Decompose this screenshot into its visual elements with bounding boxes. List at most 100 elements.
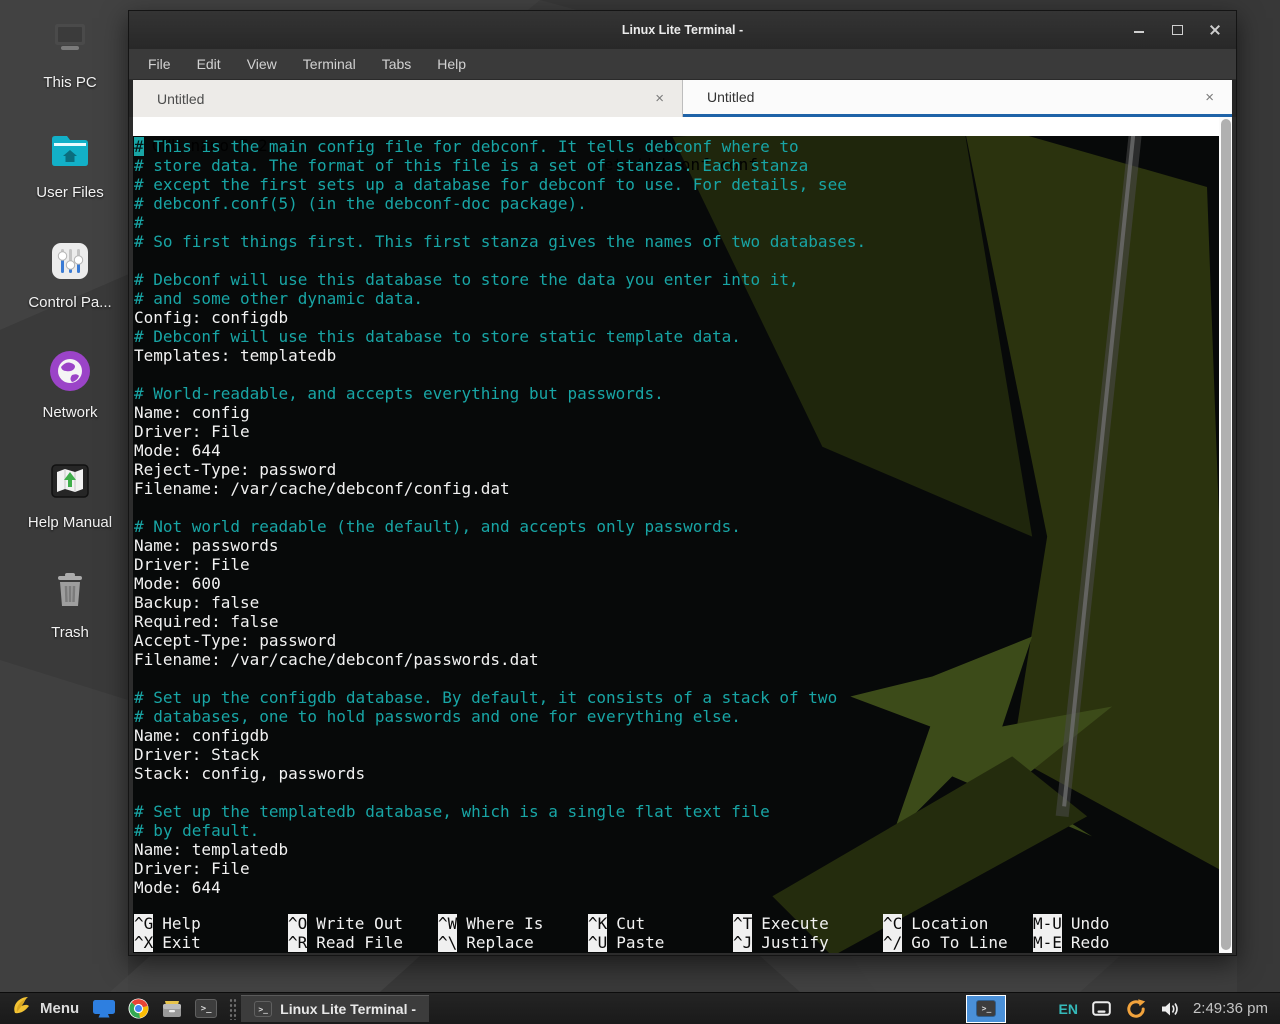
terminal-line: # This is the main config file for debco…	[134, 137, 1219, 156]
close-icon[interactable]	[1208, 23, 1222, 37]
terminal-line: Mode: 644	[134, 441, 1219, 460]
terminal-line: Stack: config, passwords	[134, 764, 1219, 783]
menu-terminal[interactable]: Terminal	[303, 56, 356, 72]
file-manager-icon[interactable]	[157, 995, 187, 1023]
nano-shortcut-bar: ^G Help ^OWrite Out^WWhere Is^K Cut ^TExecut…	[134, 914, 1219, 952]
terminal-line: # except the first sets up a database fo…	[134, 175, 1219, 194]
nano-shortcut: M-ERedo	[1033, 933, 1203, 952]
volume-icon[interactable]	[1161, 1001, 1179, 1017]
shortcut-key: ^R	[288, 933, 307, 952]
terminal-pane[interactable]: GNU nano 7.2 /etc/debconf.conf # This is…	[133, 117, 1232, 953]
shortcut-key: ^G	[134, 914, 153, 933]
show-desktop-icon[interactable]	[89, 995, 119, 1023]
menu-view[interactable]: View	[247, 56, 277, 72]
taskbar-window-button[interactable]: >_ Linux Lite Terminal -	[241, 995, 429, 1022]
shortcut-key: ^\	[438, 933, 457, 952]
desktop-icon-label: Control Pa...	[28, 294, 111, 311]
terminal-tray-icon: >_	[976, 1000, 996, 1017]
shortcut-label: Help	[162, 914, 201, 933]
terminal-line: Filename: /var/cache/debconf/config.dat	[134, 479, 1219, 498]
minimize-icon[interactable]	[1132, 23, 1146, 37]
nano-shortcuts-row2: ^XExit^RRead File^\Replace^UPaste^JJusti…	[134, 933, 1219, 952]
control-panel-icon	[45, 236, 95, 286]
terminal-line: Templates: templatedb	[134, 346, 1219, 365]
shortcut-label: Write Out	[316, 914, 403, 933]
window-menubar: File Edit View Terminal Tabs Help	[129, 49, 1236, 80]
tab-close-icon[interactable]: ×	[1205, 89, 1214, 106]
desktop-icon-help-manual[interactable]: Help Manual	[16, 456, 124, 551]
nano-shortcut: M-UUndo	[1033, 914, 1203, 933]
desktop-icon-network[interactable]: Network	[16, 346, 124, 441]
shortcut-label: Exit	[162, 933, 201, 952]
nano-shortcut: ^\Replace	[438, 933, 588, 952]
terminal-line: Backup: false	[134, 593, 1219, 612]
shortcut-key: ^K	[588, 914, 607, 933]
menu-edit[interactable]: Edit	[197, 56, 221, 72]
menu-tabs[interactable]: Tabs	[382, 56, 412, 72]
clock[interactable]: 2:49:36 pm	[1193, 1000, 1268, 1017]
terminal-line: Mode: 600	[134, 574, 1219, 593]
display-settings-icon[interactable]	[1092, 1001, 1111, 1016]
shortcut-key: ^X	[134, 933, 153, 952]
menu-help[interactable]: Help	[437, 56, 466, 72]
panel-drag-handle[interactable]	[229, 998, 237, 1020]
shortcut-label: Where Is	[466, 914, 543, 933]
shortcut-label: Paste	[616, 933, 664, 952]
desktop-icon-user-files[interactable]: User Files	[16, 126, 124, 221]
maximize-icon[interactable]	[1170, 23, 1184, 37]
taskbar: Menu >_ >_ Linux Lite Terminal -	[0, 992, 1280, 1024]
desktop-icon-control-panel[interactable]: Control Pa...	[16, 236, 124, 331]
desktop-icon-column: This PC User Files	[16, 16, 124, 661]
tab-close-icon[interactable]: ×	[655, 90, 664, 107]
terminal-line	[134, 365, 1219, 384]
tab-untitled-2-active[interactable]: Untitled ×	[683, 80, 1232, 117]
terminal-scrollbar[interactable]	[1219, 117, 1232, 953]
tab-untitled-1[interactable]: Untitled ×	[133, 80, 683, 117]
terminal-line: #	[134, 213, 1219, 232]
terminal-line: Driver: File	[134, 859, 1219, 878]
shortcut-label: Justify	[761, 933, 828, 952]
menu-file[interactable]: File	[148, 56, 171, 72]
shortcut-label: Undo	[1071, 914, 1110, 933]
terminal-line: # and some other dynamic data.	[134, 289, 1219, 308]
window-controls	[1132, 11, 1222, 49]
menu-button-label: Menu	[40, 1000, 79, 1017]
shortcut-key: M-E	[1033, 933, 1062, 952]
shortcut-key: ^C	[883, 914, 902, 933]
computer-icon	[45, 16, 95, 66]
menu-button[interactable]: Menu	[6, 993, 85, 1024]
nano-shortcut: ^TExecute	[733, 914, 883, 933]
tray-terminal-indicator[interactable]: >_	[966, 995, 1006, 1023]
desktop-icon-label: Trash	[51, 624, 89, 641]
terminal-line: # databases, one to hold passwords and o…	[134, 707, 1219, 726]
nano-shortcut: ^WWhere Is	[438, 914, 588, 933]
terminal-line: Name: passwords	[134, 536, 1219, 555]
desktop-icon-label: Help Manual	[28, 514, 112, 531]
nano-shortcut: ^K Cut	[588, 914, 733, 933]
terminal-window: Linux Lite Terminal - File Edit View Ter…	[128, 10, 1237, 956]
nano-shortcut: ^OWrite Out	[288, 914, 438, 933]
keyboard-layout-indicator[interactable]: EN	[1058, 1001, 1077, 1017]
terminal-line: # Debconf will use this database to stor…	[134, 270, 1219, 289]
updates-available-icon[interactable]	[1125, 998, 1147, 1020]
window-titlebar[interactable]: Linux Lite Terminal -	[129, 11, 1236, 49]
chrome-browser-icon[interactable]	[123, 995, 153, 1023]
terminal-line: # Set up the templatedb database, which …	[134, 802, 1219, 821]
window-title: Linux Lite Terminal -	[622, 23, 743, 37]
desktop-icon-trash[interactable]: Trash	[16, 566, 124, 661]
nano-shortcut: ^UPaste	[588, 933, 733, 952]
terminal-line: Config: configdb	[134, 308, 1219, 327]
desktop-icon-label: This PC	[43, 74, 96, 91]
shortcut-label: Cut	[616, 914, 645, 933]
terminal-line: Driver: Stack	[134, 745, 1219, 764]
shortcut-key: ^/	[883, 933, 902, 952]
terminal-line: # Set up the configdb database. By defau…	[134, 688, 1219, 707]
terminal-line: Driver: File	[134, 555, 1219, 574]
nano-editor: GNU nano 7.2 /etc/debconf.conf # This is…	[133, 117, 1219, 953]
terminal-line	[134, 251, 1219, 270]
scrollbar-thumb[interactable]	[1221, 119, 1231, 950]
desktop-icon-label: User Files	[36, 184, 104, 201]
nano-shortcut: ^X Exit	[134, 933, 288, 952]
desktop-icon-this-pc[interactable]: This PC	[16, 16, 124, 111]
terminal-launcher-icon[interactable]: >_	[191, 995, 221, 1023]
